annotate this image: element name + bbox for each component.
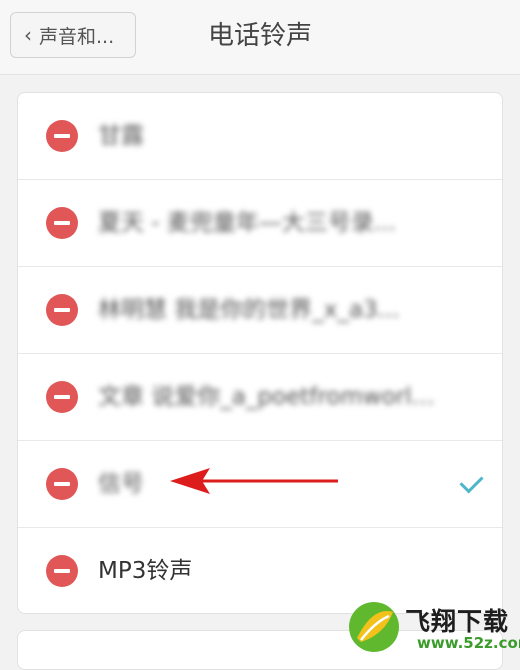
ringtone-name: 信号 <box>98 471 144 497</box>
ringtone-row[interactable]: 文章 说爱你_a_poetfromworld2... <box>18 354 502 441</box>
chevron-left-icon: ‹ <box>24 23 32 47</box>
annotation-arrow-icon <box>170 468 338 494</box>
ringtone-name: 夏天 - 麦兜童年—大三号录... <box>98 210 396 236</box>
checkmark-icon <box>459 469 484 494</box>
ringtone-row[interactable]: 夏天 - 麦兜童年—大三号录... <box>18 180 502 267</box>
watermark-url: www.52z.com <box>417 634 520 652</box>
delete-icon[interactable] <box>46 294 78 326</box>
ringtone-name: 文章 说爱你_a_poetfromworld2... <box>98 384 448 410</box>
delete-icon[interactable] <box>46 207 78 239</box>
back-button-label: 声音和... <box>39 25 115 48</box>
ringtone-list: 甘露 夏天 - 麦兜童年—大三号录... 林明慧 我是你的世界_x_a3... … <box>17 92 503 614</box>
watermark-brand: 飞翔下载 <box>405 607 510 636</box>
back-button[interactable]: ‹ 声音和... <box>10 12 136 58</box>
ringtone-name: 林明慧 我是你的世界_x_a3... <box>98 297 400 323</box>
delete-icon[interactable] <box>46 120 78 152</box>
ringtone-row[interactable]: 甘露 <box>18 93 502 180</box>
ringtone-name: 甘露 <box>98 123 144 149</box>
navigation-bar: ‹ 声音和... 电话铃声 <box>0 0 520 75</box>
watermark: 飞翔下载 www.52z.com <box>345 598 520 658</box>
delete-icon[interactable] <box>46 381 78 413</box>
delete-icon[interactable] <box>46 555 78 587</box>
delete-icon[interactable] <box>46 468 78 500</box>
leaf-logo-icon <box>349 602 399 652</box>
ringtone-row[interactable]: 林明慧 我是你的世界_x_a3... <box>18 267 502 354</box>
